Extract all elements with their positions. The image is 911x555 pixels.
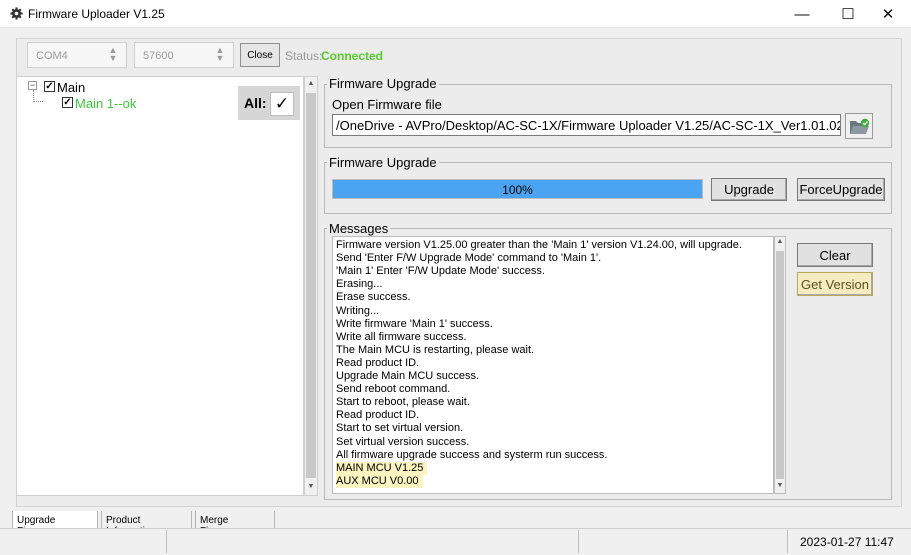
message-line: All firmware upgrade success and systerm… <box>336 448 608 461</box>
clear-button[interactable]: Clear <box>797 243 873 267</box>
tree-scrollbar[interactable]: ▲ ▼ <box>304 76 318 496</box>
select-all-label: All: <box>244 95 267 111</box>
window-title: Firmware Uploader V1.25 <box>28 7 165 21</box>
scroll-down-icon[interactable]: ▼ <box>775 479 785 493</box>
tab-merge-firmware[interactable]: Merge Firmware <box>195 511 275 537</box>
main1-checkbox[interactable]: ✓ <box>62 97 73 108</box>
tab-product-information[interactable]: Product Information <box>101 511 192 537</box>
main-checkbox[interactable]: ✓ <box>44 81 55 92</box>
status-separator <box>578 530 579 553</box>
message-line: Write firmware 'Main 1' success. <box>336 317 493 330</box>
message-line: The Main MCU is restarting, please wait. <box>336 343 535 356</box>
message-line: Set virtual version success. <box>336 435 470 448</box>
port-value: COM4 <box>36 50 68 62</box>
status-value: Connected <box>321 49 384 63</box>
status-label: Status: <box>285 49 323 63</box>
message-line: Read product ID. <box>336 356 420 369</box>
force-upgrade-button[interactable]: ForceUpgrade <box>797 178 885 201</box>
get-version-button[interactable]: Get Version <box>797 272 873 296</box>
progress-text: 100% <box>502 183 533 197</box>
status-bar <box>0 528 911 555</box>
status-separator <box>166 530 167 553</box>
scroll-up-icon[interactable]: ▲ <box>775 235 785 249</box>
tab-upgrade-firmware[interactable]: Upgrade Firmware <box>12 511 98 537</box>
message-line: Erase success. <box>336 291 411 304</box>
tree-item-main[interactable]: Main <box>57 80 85 95</box>
scroll-thumb[interactable] <box>776 251 784 479</box>
upgrade-group-title: Firmware Upgrade <box>327 155 439 170</box>
baud-value: 57600 <box>143 50 174 62</box>
open-file-label: Open Firmware file <box>332 97 442 112</box>
message-line: Firmware version V1.25.00 greater than t… <box>336 239 742 251</box>
status-separator <box>787 530 788 553</box>
messages-group-title: Messages <box>327 221 391 236</box>
folder-open-icon <box>850 118 870 134</box>
message-line: Start to reboot, please wait. <box>336 396 470 409</box>
baud-select[interactable]: 57600 ▲ ▼ <box>134 42 234 68</box>
maximize-button[interactable]: ☐ <box>826 0 870 28</box>
message-line: AUX MCU V0.00 <box>336 474 423 488</box>
collapse-icon[interactable]: − <box>28 81 37 90</box>
tree-item-main1[interactable]: Main 1--ok <box>75 96 136 111</box>
message-line: Erasing... <box>336 278 383 291</box>
message-line: Writing... <box>336 304 380 317</box>
scroll-down-icon[interactable]: ▼ <box>305 480 317 494</box>
message-line: MAIN MCU V1.25 <box>336 461 428 475</box>
message-line: Read product ID. <box>336 409 420 422</box>
message-line: Upgrade Main MCU success. <box>336 370 480 382</box>
close-port-button[interactable]: Close <box>240 43 280 67</box>
close-window-button[interactable]: ✕ <box>866 0 910 28</box>
spin-arrows-icon: ▲ ▼ <box>108 45 118 63</box>
message-line: 'Main 1' Enter 'F/W Update Mode' success… <box>336 265 545 278</box>
select-all-checkbox[interactable]: ✓ <box>270 92 294 116</box>
message-line: Send reboot command. <box>336 383 451 396</box>
open-file-group-title: Firmware Upgrade <box>327 76 439 91</box>
message-line: Write all firmware success. <box>336 330 467 343</box>
spin-arrows-icon: ▲ ▼ <box>215 45 225 63</box>
upgrade-button[interactable]: Upgrade <box>711 178 787 201</box>
gear-icon <box>10 7 23 20</box>
messages-scrollbar[interactable]: ▲ ▼ <box>774 236 786 494</box>
scroll-thumb[interactable] <box>306 93 316 478</box>
device-tree[interactable] <box>16 76 304 496</box>
scroll-up-icon[interactable]: ▲ <box>305 77 317 91</box>
port-select[interactable]: COM4 ▲ ▼ <box>27 42 127 68</box>
upgrade-progress-bar: 100% <box>332 179 703 199</box>
status-datetime: 2023-01-27 11:47 <box>800 535 894 549</box>
tree-connector <box>33 90 43 102</box>
messages-log[interactable]: Firmware version V1.25.00 greater than t… <box>332 236 774 494</box>
message-line: Start to set virtual version. <box>336 422 464 435</box>
firmware-path-input[interactable]: /OneDrive - AVPro/Desktop/AC-SC-1X/Firmw… <box>332 114 841 136</box>
message-line: Send 'Enter F/W Upgrade Mode' command to… <box>336 252 602 265</box>
browse-button[interactable] <box>845 113 873 139</box>
minimize-button[interactable]: — <box>780 0 824 28</box>
